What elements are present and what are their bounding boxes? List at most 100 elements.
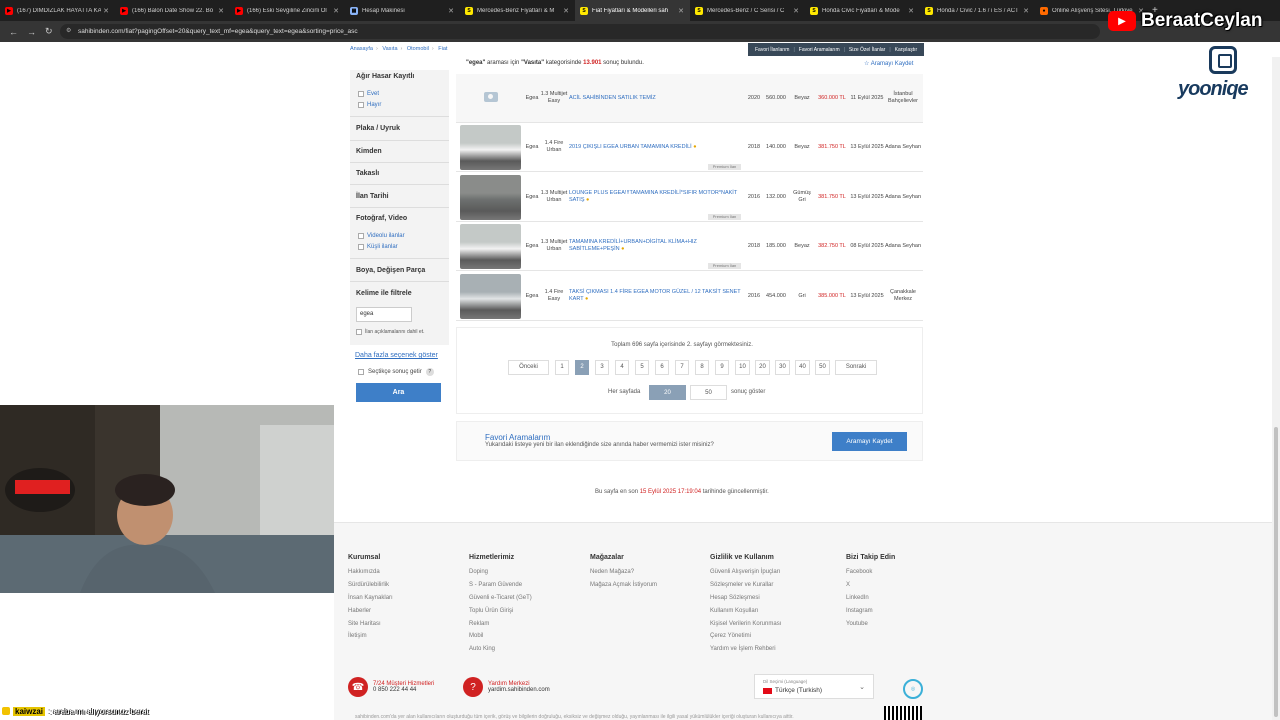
filter-listing-date[interactable]: İlan Tarihi: [356, 193, 389, 200]
filter-paint[interactable]: Boya, Değişen Parça: [356, 267, 425, 274]
breadcrumb-item[interactable]: Fiat: [438, 46, 447, 52]
site-info-icon[interactable]: ⚙: [66, 24, 71, 39]
footer-link[interactable]: Reklam: [469, 621, 532, 627]
page-scrollbar[interactable]: [1272, 57, 1280, 720]
footer-link[interactable]: LinkedIn: [846, 595, 895, 601]
close-tab-icon[interactable]: ✕: [678, 7, 684, 15]
close-tab-icon[interactable]: ✕: [448, 7, 454, 15]
close-tab-icon[interactable]: ✕: [908, 7, 914, 15]
footer-link[interactable]: Güvenli Alışverişin İpuçları: [710, 569, 781, 575]
help-icon[interactable]: ?: [425, 368, 434, 376]
listing-title[interactable]: ACİL SAHİBİNDEN SATILIK TEMİZ: [569, 95, 744, 102]
prev-page-button[interactable]: Önceki: [508, 360, 549, 375]
footer-link[interactable]: Hakkımızda: [348, 569, 393, 575]
url-input[interactable]: ⚙ sahibinden.com/fiat?pagingOffset=20&qu…: [60, 24, 1100, 39]
page-button[interactable]: 1: [555, 360, 569, 375]
listing-title[interactable]: LOUNGE PLUS EGEA!!!TAMAMINA KREDİLİ*SIFI…: [569, 190, 744, 204]
car-photo[interactable]: [460, 125, 521, 170]
footer-link[interactable]: Doping: [469, 569, 532, 575]
page-button[interactable]: 4: [615, 360, 629, 375]
search-button[interactable]: Ara: [356, 383, 441, 402]
help-center[interactable]: ? Yardım Merkezi yardim.sahibinden.com: [463, 677, 550, 697]
reload-icon[interactable]: ↻: [45, 26, 53, 37]
footer-link[interactable]: Site Haritası: [348, 621, 393, 627]
footer-link[interactable]: X: [846, 582, 895, 588]
browser-tab[interactable]: S Mercedes-Benz Fiyatları & M ✕: [460, 0, 575, 21]
browser-tab[interactable]: S Mercedes-Benz / C Serisi / C ✕: [690, 0, 805, 21]
breadcrumb-item[interactable]: Anasayfa: [350, 46, 373, 52]
filter-option-hayir[interactable]: Hayır: [358, 102, 381, 108]
close-tab-icon[interactable]: ✕: [563, 7, 569, 15]
footer-link[interactable]: Toplu Ürün Girişi: [469, 608, 532, 614]
listing-row[interactable]: Egea 1.3 Multijet Urban TAMAMINA KREDİLİ+U…: [456, 222, 923, 271]
checkbox[interactable]: [358, 91, 364, 97]
page-button[interactable]: 9: [715, 360, 729, 375]
filter-trade[interactable]: Takaslı: [356, 170, 379, 177]
footer-link[interactable]: Instagram: [846, 608, 895, 614]
page-button[interactable]: 8: [695, 360, 709, 375]
footer-link[interactable]: İletişim: [348, 633, 393, 639]
filter-photo-video[interactable]: Fotoğraf, Video: [356, 215, 407, 222]
footer-link[interactable]: Youtube: [846, 621, 895, 627]
listing-row[interactable]: Egea 1.4 Fire Urban 2019 ÇIKIŞLI EGEA URBA…: [456, 123, 923, 172]
footer-link[interactable]: Kişisel Verilerin Korunması: [710, 621, 781, 627]
footer-link[interactable]: Mobil: [469, 633, 532, 639]
listing-row[interactable]: Egea 1.3 Multijet Urban LOUNGE PLUS EGEA!!…: [456, 173, 923, 222]
language-select[interactable]: Dil Seçimi (Language) Türkçe (Turkish) ⌄: [754, 674, 874, 699]
page-button[interactable]: 30: [775, 360, 790, 375]
save-search-button[interactable]: Aramayı Kaydet: [832, 432, 907, 451]
browser-tab[interactable]: ▶ (166) Eski Sevgiline Zincirli Ol ✕: [230, 0, 345, 21]
footer-link[interactable]: Auto King: [469, 646, 532, 652]
per-page-20[interactable]: 20: [649, 385, 686, 400]
forward-icon[interactable]: →: [27, 27, 36, 37]
browser-tab[interactable]: ▶ (166) Balon Date Show 22. Bö ✕: [115, 0, 230, 21]
page-button[interactable]: 50: [815, 360, 830, 375]
checkbox[interactable]: [358, 244, 364, 250]
filter-heavy-damage[interactable]: Ağır Hasar Kayıtlı: [356, 73, 414, 80]
page-button[interactable]: 7: [675, 360, 689, 375]
listing-title[interactable]: 2019 ÇIKIŞLI EGEA URBAN TAMAMINA KREDİLİ…: [569, 144, 744, 151]
page-button[interactable]: 6: [655, 360, 669, 375]
page-button[interactable]: 5: [635, 360, 649, 375]
keyword-input[interactable]: egea: [356, 307, 412, 322]
close-tab-icon[interactable]: ✕: [103, 7, 109, 15]
browser-tab[interactable]: S Honda / Civic / 1.6 / i ES / ACT ✕: [920, 0, 1035, 21]
next-page-button[interactable]: Sonraki: [835, 360, 877, 375]
footer-link[interactable]: Mağaza Açmak İstiyorum: [590, 582, 657, 588]
filter-plate[interactable]: Plaka / Uyruk: [356, 125, 400, 132]
checkbox[interactable]: [358, 102, 364, 108]
page-button[interactable]: 3: [595, 360, 609, 375]
close-tab-icon[interactable]: ✕: [218, 7, 224, 15]
filter-option-kusli[interactable]: Küşli ilanlar: [358, 244, 398, 250]
footer-link[interactable]: S - Param Güvende: [469, 582, 532, 588]
footer-link[interactable]: Facebook: [846, 569, 895, 575]
compare-link[interactable]: Karşılaştır: [895, 47, 918, 53]
fav-listings-link[interactable]: Favori İlanlarım: [755, 47, 789, 53]
breadcrumb-item[interactable]: Otomobil: [407, 46, 429, 52]
filter-option-video[interactable]: Videolu ilanlar: [358, 233, 405, 239]
breadcrumb-item[interactable]: Vasıta: [382, 46, 397, 52]
browser-tab[interactable]: ▶ (167) DIMDIZLAK HAYATTA KA ✕: [0, 0, 115, 21]
auto-result-checkbox[interactable]: Seçtikçe sonuç getir?: [358, 368, 434, 376]
page-button[interactable]: 2: [575, 360, 589, 375]
browser-tab[interactable]: S Honda Civic Fiyatları & Mode ✕: [805, 0, 920, 21]
checkbox[interactable]: [358, 233, 364, 239]
page-button[interactable]: 20: [755, 360, 770, 375]
more-options-link[interactable]: Daha fazla seçenek göster: [355, 352, 438, 359]
close-tab-icon[interactable]: ✕: [793, 7, 799, 15]
listing-row[interactable]: Egea 1.4 Fire Easy TAKSİ ÇIKMASI 1.4 FİRE …: [456, 272, 923, 321]
car-photo[interactable]: [460, 224, 521, 269]
listing-title[interactable]: TAMAMINA KREDİLİ+URBAN+DİGİTAL KLİMA+HIZ…: [569, 239, 744, 253]
footer-link[interactable]: Kullanım Koşulları: [710, 608, 781, 614]
scrollbar-thumb[interactable]: [1274, 427, 1278, 717]
save-search-link[interactable]: ☆ Aramayı Kaydet: [864, 60, 913, 67]
page-button[interactable]: 10: [735, 360, 750, 375]
footer-link[interactable]: Çerez Yönetimi: [710, 633, 781, 639]
footer-link[interactable]: İnsan Kaynakları: [348, 595, 393, 601]
listing-title[interactable]: TAKSİ ÇIKMASI 1.4 FİRE EGEA MOTOR GÜZEL …: [569, 289, 744, 303]
checkbox[interactable]: [358, 369, 364, 375]
browser-tab[interactable]: S Fiat Fiyatları & Modelleri sah ✕: [575, 0, 690, 21]
footer-link[interactable]: Sözleşmeler ve Kurallar: [710, 582, 781, 588]
include-description-checkbox[interactable]: İlan açıklamalarını dahil et.: [356, 329, 424, 335]
special-listings-link[interactable]: Size Özel İlanlar: [849, 47, 885, 53]
